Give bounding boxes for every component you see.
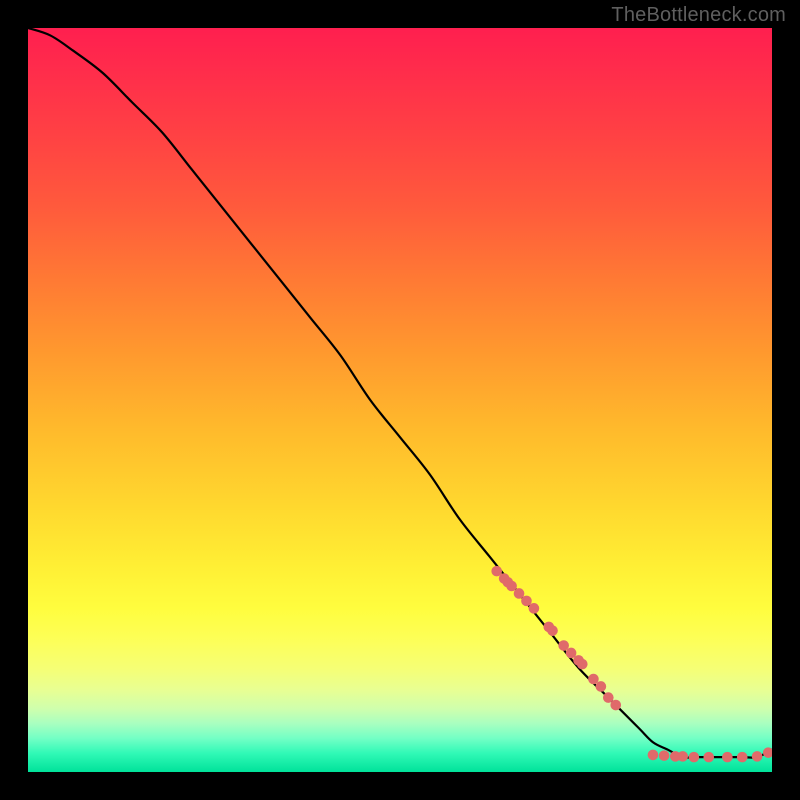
scatter-point xyxy=(677,751,688,762)
scatter-point xyxy=(529,603,540,614)
scatter-point xyxy=(722,752,733,763)
scatter-point xyxy=(659,750,670,761)
scatter-point xyxy=(648,750,659,761)
chart-overlay-svg xyxy=(28,28,772,772)
scatter-point xyxy=(752,751,763,762)
scatter-point xyxy=(547,625,558,636)
scatter-point xyxy=(703,752,714,763)
scatter-point xyxy=(689,752,700,763)
scatter-point xyxy=(737,752,748,763)
bottleneck-curve-path xyxy=(28,28,772,758)
watermark-text: TheBottleneck.com xyxy=(611,4,786,27)
scatter-point xyxy=(577,659,588,670)
scatter-point xyxy=(610,700,621,711)
scatter-point xyxy=(596,681,607,692)
scatter-point xyxy=(763,747,772,758)
chart-plot-area xyxy=(28,28,772,772)
scatter-points-group xyxy=(491,566,772,763)
